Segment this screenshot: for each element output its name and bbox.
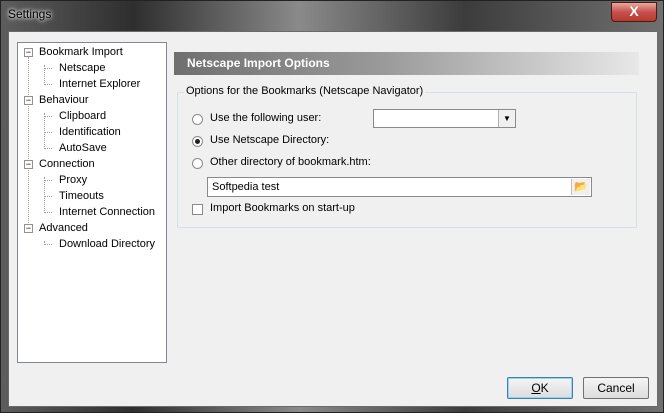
collapse-icon[interactable]: − <box>24 48 33 57</box>
options-panel: Netscape Import Options Options for the … <box>174 42 650 363</box>
import-on-startup-label[interactable]: Import Bookmarks on start-up <box>210 202 355 214</box>
tree-item-clipboard[interactable]: Clipboard <box>59 108 106 124</box>
tree-item-autosave[interactable]: AutoSave <box>59 140 107 156</box>
chevron-down-icon[interactable]: ▼ <box>498 110 515 127</box>
panel-header: Netscape Import Options <box>174 52 639 75</box>
tree-connector <box>44 116 52 117</box>
tree-item-advanced[interactable]: Advanced <box>39 220 88 236</box>
settings-tree[interactable]: − Bookmark Import Netscape Internet Expl… <box>17 42 167 363</box>
tree-item-internet-connection[interactable]: Internet Connection <box>59 204 155 220</box>
options-group: Options for the Bookmarks (Netscape Navi… <box>177 85 637 228</box>
tree-connector <box>44 84 52 85</box>
tree-item-download-directory[interactable]: Download Directory <box>59 236 155 252</box>
user-combo[interactable]: ▼ <box>373 109 516 128</box>
directory-input[interactable]: Softpedia test 📂 <box>207 177 592 197</box>
tree-item-bookmark-import[interactable]: Bookmark Import <box>39 44 123 60</box>
cancel-button[interactable]: Cancel <box>583 377 649 399</box>
ok-accel: O <box>531 381 541 395</box>
radio-other-directory[interactable] <box>192 158 203 169</box>
collapse-icon[interactable]: − <box>24 224 33 233</box>
tree-connector <box>44 244 52 245</box>
radio-other-directory-label[interactable]: Other directory of bookmark.htm: <box>210 156 371 168</box>
tree-connector <box>44 132 52 133</box>
radio-use-user-label[interactable]: Use the following user: <box>210 112 321 124</box>
folder-open-icon[interactable]: 📂 <box>571 179 590 195</box>
radio-netscape-directory[interactable] <box>192 136 203 147</box>
radio-netscape-directory-label[interactable]: Use Netscape Directory: <box>210 134 329 146</box>
tree-item-timeouts[interactable]: Timeouts <box>59 188 104 204</box>
settings-window: Settings X − Bookmark Import Netscape In… <box>0 0 664 413</box>
radio-selected-dot <box>195 139 200 144</box>
dialog-client: − Bookmark Import Netscape Internet Expl… <box>8 31 658 407</box>
ok-label: K <box>540 381 549 395</box>
collapse-icon[interactable]: − <box>24 160 33 169</box>
tree-item-behaviour[interactable]: Behaviour <box>39 92 89 108</box>
tree-item-netscape[interactable]: Netscape <box>59 60 105 76</box>
tree-connector <box>44 148 52 149</box>
tree-item-proxy[interactable]: Proxy <box>59 172 87 188</box>
import-on-startup-checkbox[interactable] <box>192 204 203 215</box>
collapse-icon[interactable]: − <box>24 96 33 105</box>
tree-connector <box>44 180 52 181</box>
tree-item-connection[interactable]: Connection <box>39 156 95 172</box>
tree-branch-line <box>44 113 45 149</box>
close-button[interactable]: X <box>611 2 657 22</box>
ok-button[interactable]: OK <box>507 377 573 399</box>
radio-use-user[interactable] <box>192 114 203 125</box>
window-title: Settings <box>8 7 52 21</box>
tree-item-internet-explorer[interactable]: Internet Explorer <box>59 76 140 92</box>
tree-branch-line <box>44 177 45 213</box>
directory-input-value: Softpedia test <box>212 181 280 193</box>
tree-connector <box>44 212 52 213</box>
tree-connector <box>44 68 52 69</box>
group-label: Options for the Bookmarks (Netscape Navi… <box>184 85 426 97</box>
tree-root-line <box>28 57 29 233</box>
tree-item-identification[interactable]: Identification <box>59 124 121 140</box>
panel-title: Netscape Import Options <box>187 56 330 70</box>
tree-connector <box>44 196 52 197</box>
